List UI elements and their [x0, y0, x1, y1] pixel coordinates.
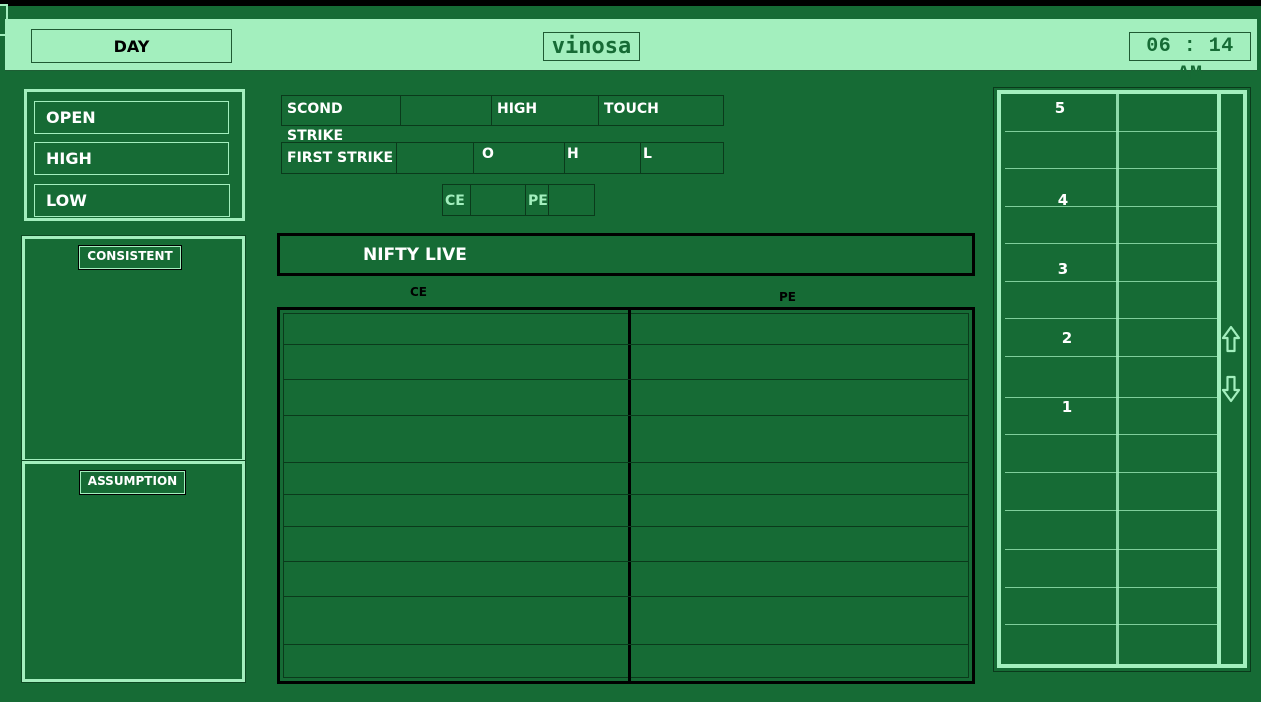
second-strike-touch[interactable]: TOUCH: [598, 95, 724, 126]
level-1: 1: [1061, 398, 1073, 416]
ce-input[interactable]: [470, 184, 526, 216]
clock-display: 06 : 14 AM: [1129, 32, 1251, 86]
ladder-row: [1005, 472, 1217, 473]
ce-column-header: CE: [410, 285, 428, 299]
ladder-row: [1005, 318, 1217, 319]
first-strike-open[interactable]: O: [473, 142, 565, 174]
table-row: [283, 596, 969, 597]
ladder-row: [1005, 206, 1217, 207]
table-row: [283, 526, 969, 527]
ladder-row: [1005, 168, 1217, 169]
ladder-row: [1005, 549, 1217, 550]
scroll-down-arrow-icon[interactable]: [1220, 364, 1242, 404]
ladder-row: [1005, 624, 1217, 625]
level-2: 2: [1061, 329, 1073, 347]
ladder-column-divider: [1116, 94, 1119, 664]
table-row: [283, 494, 969, 495]
pe-column-header: PE: [779, 290, 796, 304]
level-3: 3: [1057, 260, 1069, 278]
assumption-panel: [21, 460, 246, 683]
ohl-panel: OPEN HIGH LOW: [24, 89, 245, 221]
high-field[interactable]: HIGH: [34, 142, 229, 175]
window-top-border: [0, 0, 1261, 6]
second-strike-high[interactable]: HIGH: [491, 95, 599, 126]
table-column-divider: [628, 310, 631, 681]
first-strike-label: FIRST STRIKE: [281, 142, 397, 174]
ladder-row: [1005, 587, 1217, 588]
table-row: [283, 462, 969, 463]
ladder-row: [1005, 510, 1217, 511]
brand-logo: vinosa: [543, 32, 640, 61]
table-row: [283, 415, 969, 416]
low-field[interactable]: LOW: [34, 184, 230, 217]
ladder-row: [1005, 397, 1217, 398]
level-ladder: 5 4 3 2 1: [997, 90, 1247, 668]
ce-label: CE: [442, 184, 471, 216]
table-row: [283, 379, 969, 380]
table-row: [283, 344, 969, 345]
assumption-label: ASSUMPTION: [79, 470, 186, 495]
pe-input[interactable]: [548, 184, 595, 216]
first-strike-high[interactable]: H: [564, 142, 641, 174]
open-field[interactable]: OPEN: [34, 101, 229, 134]
scroll-up-arrow-icon[interactable]: [1220, 324, 1242, 364]
level-4: 4: [1057, 191, 1069, 209]
second-strike-label: SCOND STRIKE: [281, 95, 401, 144]
ladder-row: [1005, 356, 1217, 357]
table-row: [283, 561, 969, 562]
day-label-box[interactable]: DAY: [31, 29, 232, 63]
consistent-panel: [21, 235, 246, 463]
ladder-row: [1005, 434, 1217, 435]
first-strike-input[interactable]: [396, 142, 474, 174]
first-strike-low[interactable]: L: [640, 142, 724, 174]
live-table: [277, 307, 975, 684]
ladder-row: [1005, 243, 1217, 244]
second-strike-input[interactable]: [400, 95, 492, 126]
nifty-live-bar: NIFTY LIVE: [277, 233, 975, 276]
table-row: [283, 644, 969, 645]
ladder-row: [1005, 131, 1217, 132]
table-inner-frame: [283, 313, 969, 678]
pe-label: PE: [525, 184, 549, 216]
level-5: 5: [1054, 99, 1066, 117]
consistent-label: CONSISTENT: [78, 245, 182, 270]
ladder-row: [1005, 281, 1217, 282]
